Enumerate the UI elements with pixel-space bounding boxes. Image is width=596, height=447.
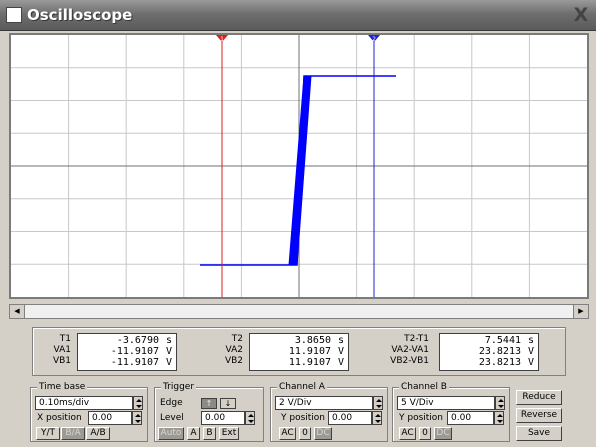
va2-label: VA2 — [225, 345, 243, 355]
channel-b-y-position-label: Y position — [399, 413, 444, 423]
timebase-group: Time base 0.10ms/div X position 0.00 Y/T… — [30, 382, 148, 442]
channel-a-legend: Channel A — [277, 382, 327, 392]
dva-unit: V — [527, 346, 534, 357]
channel-b-y-position-input[interactable]: 0.00 — [447, 411, 494, 425]
channel-b-legend: Channel B — [399, 382, 449, 392]
yt-mode-button[interactable]: Y/T — [36, 427, 60, 440]
scope-display: 12 — [11, 35, 587, 297]
reverse-button[interactable]: Reverse — [516, 408, 562, 423]
scope-screen: 12 — [9, 33, 589, 299]
cursor-1-label: 1 — [220, 36, 224, 43]
t1-value: -3.6790 — [116, 335, 159, 346]
readout-box-delta: 7.5441 s 23.8213 V 23.8213 V — [439, 333, 539, 371]
vb2-unit: V — [337, 357, 344, 368]
channel-a-y-position-spinner-icon[interactable] — [372, 411, 382, 425]
readout-box-cursor1: -3.6790 s -11.9107 V -11.9107 V — [77, 333, 177, 371]
channel-a-ac-button[interactable]: AC — [279, 427, 296, 440]
timebase-scale-input[interactable]: 0.10ms/div — [35, 396, 133, 410]
rising-edge-icon[interactable]: ↑ — [201, 398, 217, 409]
trigger-ext-button[interactable]: Ext — [219, 427, 239, 440]
channel-b-dc-button[interactable]: DC — [434, 427, 452, 440]
t1-unit: s — [165, 335, 172, 346]
channel-b-zero-button[interactable]: 0 — [419, 427, 431, 440]
dvb-value: 23.8213 — [478, 357, 521, 368]
dt-value: 7.5441 — [484, 335, 521, 346]
va2-value: 11.9107 — [288, 346, 331, 357]
channel-a-scale-input[interactable]: 2 V/Div — [275, 396, 373, 410]
channel-a-spinner-icon[interactable] — [373, 396, 383, 410]
vb2-value: 11.9107 — [288, 357, 331, 368]
reduce-button[interactable]: Reduce — [516, 390, 562, 405]
dt-unit: s — [527, 335, 534, 346]
falling-edge-icon[interactable]: ↓ — [220, 398, 236, 409]
channel-a-y-position-input[interactable]: 0.00 — [328, 411, 372, 425]
x-position-input[interactable]: 0.00 — [88, 411, 132, 425]
timebase-spinner-icon[interactable] — [133, 396, 143, 410]
channel-a-dc-button[interactable]: DC — [314, 427, 332, 440]
va1-value: -11.9107 — [110, 346, 159, 357]
title-bar: Oscilloscope X — [0, 0, 596, 31]
trigger-level-spinner-icon[interactable] — [245, 411, 255, 425]
t1-label: T1 — [59, 334, 71, 344]
channel-b-group: Channel B 5 V/Div Y position 0.00 AC 0 D… — [392, 382, 510, 442]
scroll-left-icon[interactable]: ◀ — [10, 305, 25, 318]
cursor-2-label: 2 — [372, 36, 376, 43]
channel-b-scale-input[interactable]: 5 V/Div — [397, 396, 495, 410]
dt-label: T2-T1 — [404, 334, 429, 344]
trigger-a-button[interactable]: A — [187, 427, 200, 440]
readout-box-cursor2: 3.8650 s 11.9107 V 11.9107 V — [249, 333, 349, 371]
close-icon[interactable]: X — [570, 5, 592, 25]
vb2-label: VB2 — [224, 356, 243, 366]
timebase-legend: Time base — [37, 382, 88, 392]
va1-label: VA1 — [53, 345, 71, 355]
channel-a-zero-button[interactable]: 0 — [299, 427, 311, 440]
channel-b-spinner-icon[interactable] — [495, 396, 505, 410]
trigger-level-input[interactable]: 0.00 — [201, 411, 245, 425]
dva-value: 23.8213 — [478, 346, 521, 357]
t2-value: 3.8650 — [294, 335, 331, 346]
dvb-label: VB2-VB1 — [390, 356, 429, 366]
va2-unit: V — [337, 346, 344, 357]
trigger-legend: Trigger — [161, 382, 197, 392]
channel-a-group: Channel A 2 V/Div Y position 0.00 AC 0 D… — [270, 382, 388, 442]
channel-a-y-position-label: Y position — [281, 413, 326, 423]
va1-unit: V — [165, 346, 172, 357]
ab-mode-button[interactable]: A/B — [86, 427, 110, 440]
channel-b-y-position-spinner-icon[interactable] — [494, 411, 504, 425]
save-button[interactable]: Save — [516, 426, 562, 441]
window-title: Oscilloscope — [27, 6, 133, 24]
x-position-label: X position — [37, 413, 82, 423]
trigger-b-button[interactable]: B — [203, 427, 216, 440]
vb1-unit: V — [165, 357, 172, 368]
window-icon — [6, 7, 22, 23]
scroll-right-icon[interactable]: ▶ — [573, 305, 588, 318]
edge-label: Edge — [160, 398, 183, 408]
level-label: Level — [160, 413, 184, 423]
horizontal-scrollbar[interactable]: ◀ ▶ — [9, 304, 589, 319]
trigger-group: Trigger Edge ↑ ↓ Level 0.00 Auto A B Ext — [154, 382, 264, 442]
vb1-label: VB1 — [52, 356, 71, 366]
t2-unit: s — [337, 335, 344, 346]
ba-mode-button[interactable]: B/A — [61, 427, 85, 440]
dva-label: VA2-VA1 — [391, 345, 429, 355]
channel-b-ac-button[interactable]: AC — [399, 427, 416, 440]
vb1-value: -11.9107 — [110, 357, 159, 368]
t2-label: T2 — [231, 334, 243, 344]
cursor-readout-panel: T1 VA1 VB1 -3.6790 s -11.9107 V -11.9107 V … — [32, 327, 566, 376]
dvb-unit: V — [527, 357, 534, 368]
x-position-spinner-icon[interactable] — [132, 411, 142, 425]
trigger-auto-button[interactable]: Auto — [158, 427, 184, 440]
